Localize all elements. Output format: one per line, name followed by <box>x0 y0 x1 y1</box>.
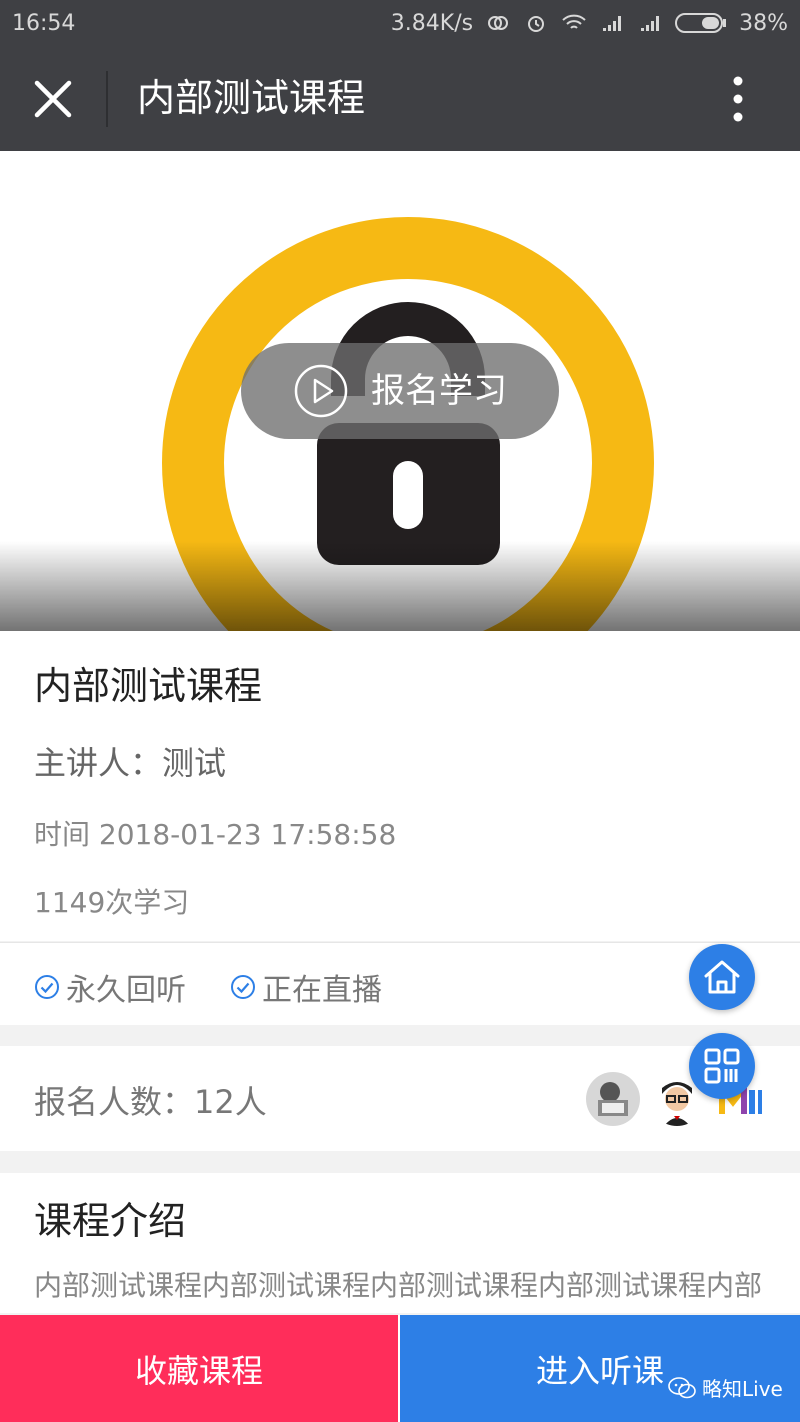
tag-replay: 永久回听 <box>34 965 186 1009</box>
course-intro: 课程介绍 内部测试课程内部测试课程内部测试课程内部测试课程内部 <box>0 1173 800 1313</box>
home-icon <box>704 960 740 994</box>
title-bar: 内部测试课程 <box>0 46 800 151</box>
status-indicators: 3.84K/s 38% <box>391 11 788 36</box>
enroll-study-label: 报名学习 <box>371 371 507 411</box>
enroll-study-button[interactable]: 报名学习 <box>241 343 559 439</box>
course-tags: 永久回听 正在直播 <box>0 942 800 1025</box>
network-speed: 3.84K/s <box>390 10 474 36</box>
intro-heading: 课程介绍 <box>34 1199 187 1243</box>
qrcode-icon <box>704 1048 740 1084</box>
tag-label: 正在直播 <box>262 973 382 1008</box>
course-views: 1149次学习 <box>34 886 190 919</box>
check-circle-icon <box>231 975 255 999</box>
tag-label: 永久回听 <box>66 973 186 1008</box>
status-time: 16:54 <box>12 10 76 36</box>
course-cover[interactable]: 报名学习 <box>0 151 800 631</box>
play-icon <box>294 364 348 418</box>
battery-level: 38% <box>739 10 788 36</box>
check-circle-icon <box>35 975 59 999</box>
title-divider <box>106 71 108 127</box>
status-bar: 16:54 3.84K/s 38% <box>0 0 800 46</box>
tag-live: 正在直播 <box>230 965 382 1009</box>
close-icon[interactable] <box>30 76 76 122</box>
course-speaker: 主讲人：测试 <box>34 744 227 782</box>
home-button[interactable] <box>689 944 755 1010</box>
battery-icon <box>675 13 727 33</box>
watermark: 略知Live <box>668 1373 783 1402</box>
wechat-icon <box>668 1376 696 1398</box>
enrollment-count: 报名人数：12人 <box>34 1083 267 1121</box>
enter-course-button[interactable]: 进入听课 <box>400 1315 800 1422</box>
avatar-robot-image <box>586 1072 640 1126</box>
bottom-action-bar: 收藏课程 进入听课 <box>0 1315 800 1422</box>
course-title: 内部测试课程 <box>34 664 263 708</box>
alarm-icon <box>528 16 545 32</box>
qrcode-button[interactable] <box>689 1033 755 1099</box>
course-info: 内部测试课程 主讲人：测试 时间 2018-01-23 17:58:58 114… <box>0 631 800 941</box>
avatar[interactable] <box>586 1072 640 1126</box>
favorite-course-button[interactable]: 收藏课程 <box>0 1315 398 1422</box>
intro-body: 内部测试课程内部测试课程内部测试课程内部测试课程内部 <box>34 1269 763 1302</box>
page-title: 内部测试课程 <box>137 76 366 120</box>
watermark-text: 略知Live <box>702 1377 783 1401</box>
enrollment-row[interactable]: 报名人数：12人 <box>0 1046 800 1151</box>
signal-icon <box>641 16 660 31</box>
wifi-icon <box>562 14 586 29</box>
cover-shade <box>0 541 800 631</box>
signal-icon <box>603 16 622 31</box>
more-vertical-icon[interactable] <box>720 74 756 124</box>
course-time: 时间 2018-01-23 17:58:58 <box>34 818 397 851</box>
sync-icon <box>488 16 509 30</box>
